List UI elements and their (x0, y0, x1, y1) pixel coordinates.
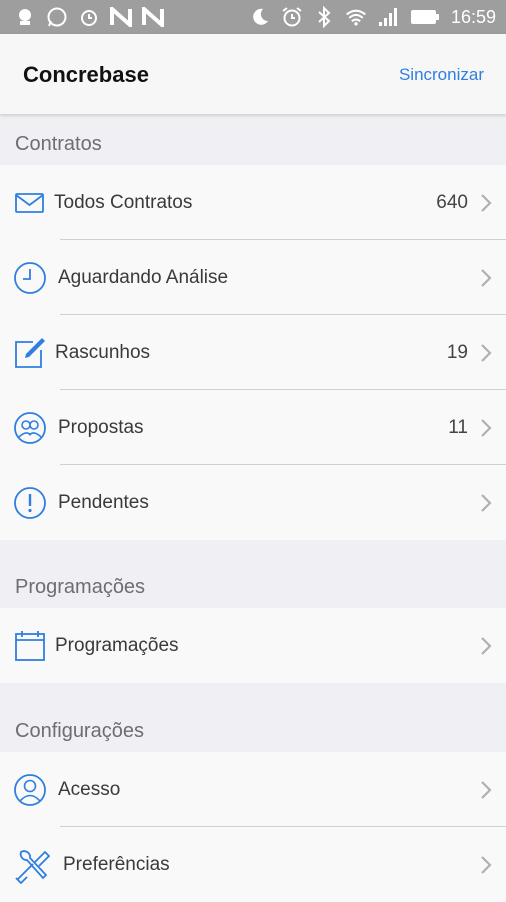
nav-bar: Concrebase Sincronizar (0, 34, 506, 115)
section-header-programacoes: Programações (15, 576, 146, 598)
chevron-right-icon (479, 492, 493, 514)
edit-icon (13, 336, 47, 370)
status-time: 16:59 (450, 6, 496, 27)
n-app-icon (142, 6, 164, 28)
sync-button[interactable]: Sincronizar (399, 65, 484, 85)
chevron-right-icon (479, 342, 493, 364)
user-icon (13, 773, 47, 807)
row-label: Aguardando Análise (58, 267, 229, 288)
chevron-right-icon (479, 192, 493, 214)
moon-icon (249, 6, 271, 28)
bluetooth-icon (313, 6, 335, 28)
row-programacoes[interactable]: Programações (0, 608, 506, 683)
notification-icon (14, 6, 36, 28)
status-bar: 16:59 (0, 0, 506, 34)
row-label: Programações (55, 635, 179, 656)
row-acesso[interactable]: Acesso (0, 752, 506, 827)
row-count: 640 (436, 192, 468, 213)
row-propostas[interactable]: Propostas 11 (0, 390, 506, 465)
calendar-icon (13, 629, 47, 663)
chevron-right-icon (479, 854, 493, 876)
chevron-right-icon (479, 779, 493, 801)
row-label: Preferências (63, 854, 170, 875)
row-label: Propostas (58, 417, 144, 438)
chevron-right-icon (479, 267, 493, 289)
tools-icon (13, 848, 51, 885)
row-pendentes[interactable]: Pendentes (0, 465, 506, 540)
section-header-contratos: Contratos (15, 133, 102, 155)
alarm-icon (78, 6, 100, 28)
wifi-icon (345, 6, 367, 28)
chevron-right-icon (479, 635, 493, 657)
clock-icon (13, 261, 47, 295)
row-count: 11 (448, 417, 468, 438)
section-header-configuracoes: Configurações (15, 720, 144, 742)
row-label: Pendentes (58, 492, 149, 513)
row-label: Acesso (58, 779, 121, 800)
row-label: Todos Contratos (54, 192, 193, 213)
battery-icon (409, 6, 441, 28)
row-rascunhos[interactable]: Rascunhos 19 (0, 315, 506, 390)
alert-icon (13, 486, 47, 520)
alarm-clock-icon (281, 6, 303, 28)
whatsapp-icon (46, 6, 68, 28)
signal-icon (377, 6, 399, 28)
chevron-right-icon (479, 417, 493, 439)
row-label: Rascunhos (55, 342, 151, 363)
row-count: 19 (446, 342, 468, 363)
row-todos-contratos[interactable]: Todos Contratos 640 (0, 165, 506, 240)
n-app-icon (110, 6, 132, 28)
people-icon (13, 411, 47, 445)
envelope-icon (13, 186, 47, 220)
page-title: Concrebase (23, 62, 149, 87)
row-preferencias[interactable]: Preferências (0, 827, 506, 902)
row-aguardando-analise[interactable]: Aguardando Análise (0, 240, 506, 315)
